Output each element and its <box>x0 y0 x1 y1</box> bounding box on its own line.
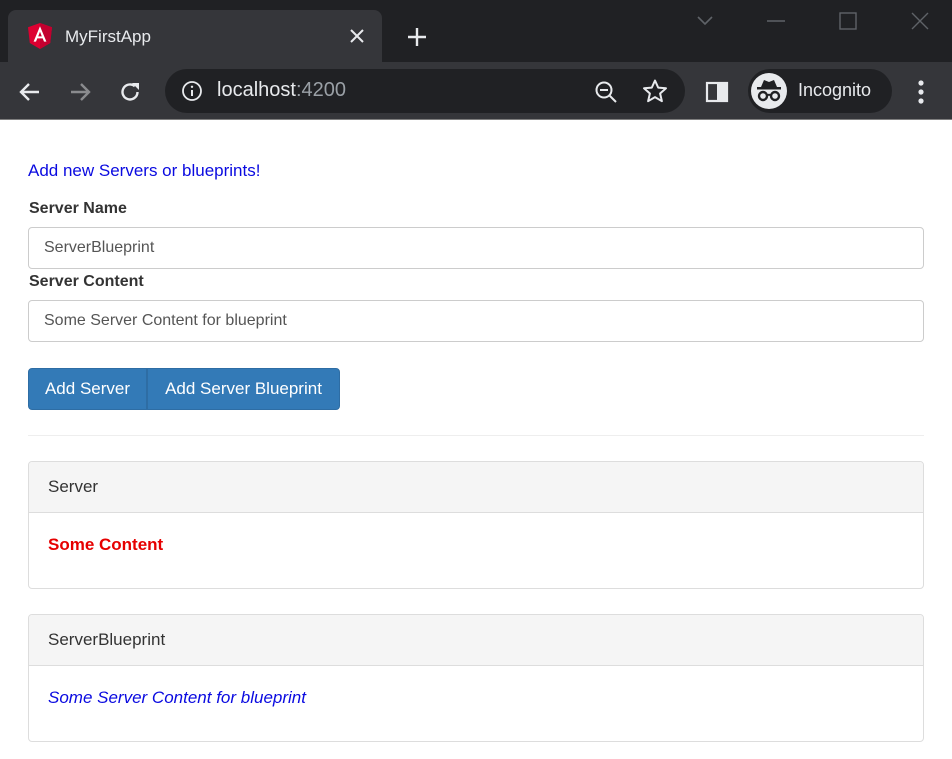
add-server-button[interactable]: Add Server <box>28 368 147 410</box>
url-text: localhost:4200 <box>217 79 346 102</box>
add-server-blueprint-button[interactable]: Add Server Blueprint <box>147 368 340 410</box>
tab-title: MyFirstApp <box>65 27 151 46</box>
server-name-label: Server Name <box>29 200 127 217</box>
browser-tabstrip: MyFirstApp <box>0 0 952 63</box>
server-content-input[interactable] <box>28 300 924 342</box>
server-content-text: Some Content <box>48 535 164 554</box>
server-panel: Server Some Content <box>28 461 924 589</box>
url-port: :4200 <box>295 79 346 101</box>
bookmark-star-icon[interactable] <box>642 78 668 104</box>
incognito-icon <box>751 73 787 109</box>
intro-text: Add new Servers or blueprints! <box>28 161 261 180</box>
reload-icon[interactable] <box>113 75 147 109</box>
url-host: localhost <box>217 79 296 101</box>
panel-body: Some Server Content for blueprint <box>29 666 923 730</box>
side-panel-icon[interactable] <box>704 79 730 105</box>
blueprint-content-text: Some Server Content for blueprint <box>48 688 306 707</box>
server-name-input[interactable] <box>28 227 924 269</box>
angular-logo-icon <box>28 23 52 49</box>
browser-toolbar: localhost:4200 Incognito <box>0 62 952 120</box>
panel-heading: ServerBlueprint <box>29 615 923 666</box>
blueprint-panel: ServerBlueprint Some Server Content for … <box>28 614 924 742</box>
tab-search-chevron-icon[interactable] <box>690 8 720 34</box>
more-menu-icon[interactable] <box>908 77 934 107</box>
incognito-label: Incognito <box>798 80 872 100</box>
panel-body: Some Content <box>29 513 923 577</box>
back-arrow-icon[interactable] <box>13 75 47 109</box>
forward-arrow-icon[interactable] <box>63 75 97 109</box>
panel-heading: Server <box>29 462 923 513</box>
incognito-profile-button[interactable]: Incognito <box>748 69 892 113</box>
zoom-out-icon[interactable] <box>593 79 619 105</box>
close-window-icon[interactable] <box>905 8 935 34</box>
close-tab-icon[interactable] <box>345 24 369 48</box>
address-bar[interactable]: localhost:4200 <box>165 69 685 113</box>
site-info-icon[interactable] <box>181 80 203 102</box>
new-tab-plus-icon[interactable] <box>402 22 432 52</box>
maximize-icon[interactable] <box>833 8 863 34</box>
page-content: Add new Servers or blueprints! Server Na… <box>0 121 952 759</box>
server-content-label: Server Content <box>29 273 144 290</box>
minimize-icon[interactable] <box>761 8 791 34</box>
divider <box>28 435 924 436</box>
browser-tab[interactable]: MyFirstApp <box>8 10 382 63</box>
